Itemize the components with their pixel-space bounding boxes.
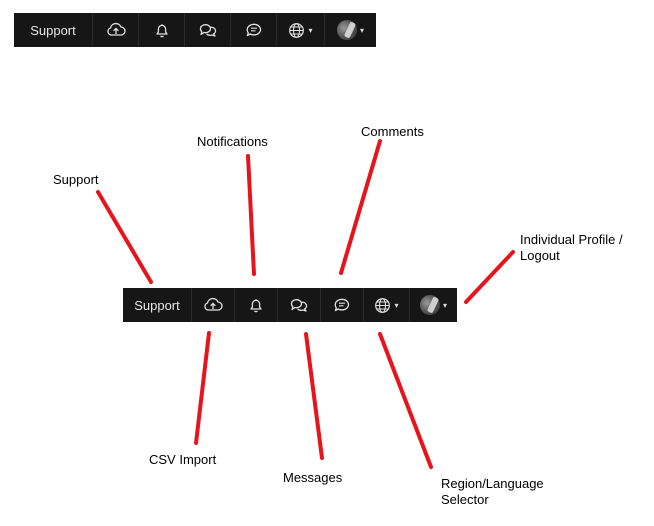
callout-profile-line1: Individual Profile / [520,232,623,247]
leader-line-support [96,190,153,284]
callout-region-line1: Region/Language [441,476,544,491]
leader-line-csv-import [194,331,211,445]
callout-region-line2: Selector [441,492,489,507]
callout-csv-import: CSV Import [149,452,217,467]
callout-comments: Comments [361,124,424,139]
leader-line-notifications [246,154,256,276]
callout-region: Region/Language Selector [441,476,544,508]
callout-profile-line2: Logout [520,248,560,263]
callout-notifications: Notifications [197,134,268,149]
leader-line-comments [339,139,382,275]
leader-line-region [378,332,433,469]
leader-line-profile [464,250,515,304]
leader-line-messages [304,332,324,460]
callout-profile: Individual Profile / Logout [520,232,623,264]
callout-messages: Messages [283,470,343,485]
callout-support: Support [53,172,99,187]
